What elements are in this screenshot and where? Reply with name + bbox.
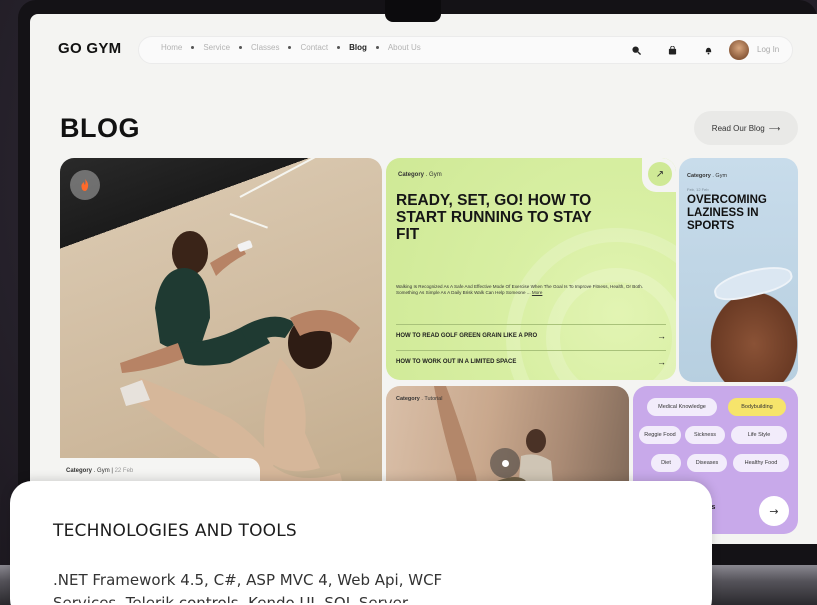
category-value: . Gym bbox=[712, 173, 728, 179]
technologies-list-continued: Services, Telerik controls, Kendo UI, SQ… bbox=[53, 593, 693, 603]
search-icon[interactable] bbox=[629, 43, 643, 57]
technologies-list-line2: Services, Telerik controls, Kendo UI, SQ… bbox=[53, 594, 409, 603]
category-tag-sickness[interactable]: Sickness bbox=[685, 426, 725, 444]
category-label: Category bbox=[398, 172, 425, 178]
play-button[interactable] bbox=[490, 448, 520, 478]
arrow-up-right-icon[interactable]: ↗ bbox=[648, 162, 672, 186]
arrow-right-icon: → bbox=[657, 356, 666, 367]
technologies-card: TECHNOLOGIES AND TOOLS .NET Framework 4.… bbox=[10, 481, 712, 605]
menu-separator-dot bbox=[337, 46, 341, 49]
laziness-post-card[interactable]: Category . Gym Feb, 12 Feb OVERCOMING LA… bbox=[679, 158, 798, 382]
category-tag-diet[interactable]: Diet bbox=[651, 454, 681, 472]
meta-separator: | bbox=[111, 468, 113, 474]
post-category: Category . Gym bbox=[398, 172, 442, 178]
arrow-right-icon: ⟶ bbox=[768, 123, 781, 133]
technologies-list: .NET Framework 4.5, C#, ASP MVC 4, Web A… bbox=[53, 571, 443, 589]
nav-item-home[interactable]: Home bbox=[161, 43, 182, 52]
nav-item-service[interactable]: Service bbox=[203, 43, 230, 52]
nav-icons bbox=[629, 43, 715, 57]
category-value: . Gym bbox=[93, 468, 110, 474]
menu-separator-dot bbox=[191, 46, 195, 49]
menu-separator-dot bbox=[288, 46, 292, 49]
read-blog-button[interactable]: Read Our Blog ⟶ bbox=[694, 111, 798, 145]
category-label: Category bbox=[66, 468, 93, 474]
category-tag-medical-knowledge[interactable]: Medical Knowledge bbox=[647, 398, 717, 416]
page-title: BLOG bbox=[60, 113, 140, 143]
category-value: . Tutorial bbox=[421, 396, 443, 402]
post-title[interactable]: READY, SET, GO! HOW TO START RUNNING TO … bbox=[396, 192, 596, 243]
nav-item-blog[interactable]: Blog bbox=[349, 43, 367, 52]
arrow-right-icon[interactable]: → bbox=[759, 496, 789, 526]
related-post-link[interactable]: HOW TO READ GOLF GREEN GRAIN LIKE A PRO … bbox=[396, 324, 666, 346]
category-tag-life-style[interactable]: Life Style bbox=[731, 426, 787, 444]
post-date: 22 Feb bbox=[114, 468, 134, 474]
related-post-link[interactable]: HOW TO WORK OUT IN A LIMITED SPACE → bbox=[396, 350, 666, 372]
category-tag-reggie-food[interactable]: Reggie Food bbox=[639, 426, 681, 444]
category-tag-healthy-food[interactable]: Healthy Food bbox=[733, 454, 789, 472]
logo[interactable]: GO GYM bbox=[58, 40, 121, 57]
nav-item-classes[interactable]: Classes bbox=[251, 43, 279, 52]
top-navigation: GO GYM Home Service Classes Contact Blog Abou… bbox=[30, 34, 817, 66]
menu-separator-dot bbox=[239, 46, 243, 49]
browser-screen: GO GYM Home Service Classes Contact Blog Abou… bbox=[30, 14, 817, 544]
category-label: Category bbox=[396, 396, 420, 402]
post-title[interactable]: OVERCOMING LAZINESS IN SPORTS bbox=[687, 194, 797, 233]
fire-icon[interactable] bbox=[70, 170, 100, 200]
menu-items: Home Service Classes Contact Blog About Us bbox=[161, 43, 421, 52]
technologies-heading: TECHNOLOGIES AND TOOLS bbox=[53, 521, 297, 541]
related-post-title: HOW TO WORK OUT IN A LIMITED SPACE bbox=[396, 358, 517, 365]
nav-item-contact[interactable]: Contact bbox=[300, 43, 328, 52]
post-date: Feb, 12 Feb bbox=[687, 187, 709, 192]
category-tag-bodybuilding[interactable]: Bodybuilding bbox=[728, 398, 786, 416]
post-excerpt: Walking Is Recognized As A Safe And Effe… bbox=[396, 284, 656, 296]
post-category: Category . Gym bbox=[687, 173, 727, 179]
category-tag-diseases[interactable]: Diseases bbox=[687, 454, 727, 472]
excerpt-text: Walking Is Recognized As A Safe And Effe… bbox=[396, 284, 643, 295]
open-post-corner: ↗ bbox=[642, 158, 676, 192]
category-value: . Gym bbox=[425, 172, 442, 178]
nav-item-about-us[interactable]: About Us bbox=[388, 43, 421, 52]
read-blog-label: Read Our Blog bbox=[711, 123, 765, 133]
running-post-card[interactable]: Category . Gym ↗ READY, SET, GO! HOW TO … bbox=[386, 158, 676, 380]
more-link[interactable]: More bbox=[532, 290, 542, 295]
login-link[interactable]: Log In bbox=[757, 45, 779, 54]
menu-separator-dot bbox=[375, 46, 379, 49]
avatar[interactable] bbox=[729, 40, 749, 60]
bell-icon[interactable] bbox=[701, 43, 715, 57]
menu-bar: Home Service Classes Contact Blog About Us Lo… bbox=[138, 36, 793, 64]
play-icon bbox=[501, 459, 509, 467]
arrow-right-icon: → bbox=[657, 330, 666, 341]
related-post-title: HOW TO READ GOLF GREEN GRAIN LIKE A PRO bbox=[396, 332, 538, 339]
camera-notch bbox=[385, 0, 441, 22]
post-category: Category . Tutorial bbox=[396, 396, 442, 402]
bag-icon[interactable] bbox=[665, 43, 679, 57]
category-label: Category bbox=[687, 173, 711, 179]
